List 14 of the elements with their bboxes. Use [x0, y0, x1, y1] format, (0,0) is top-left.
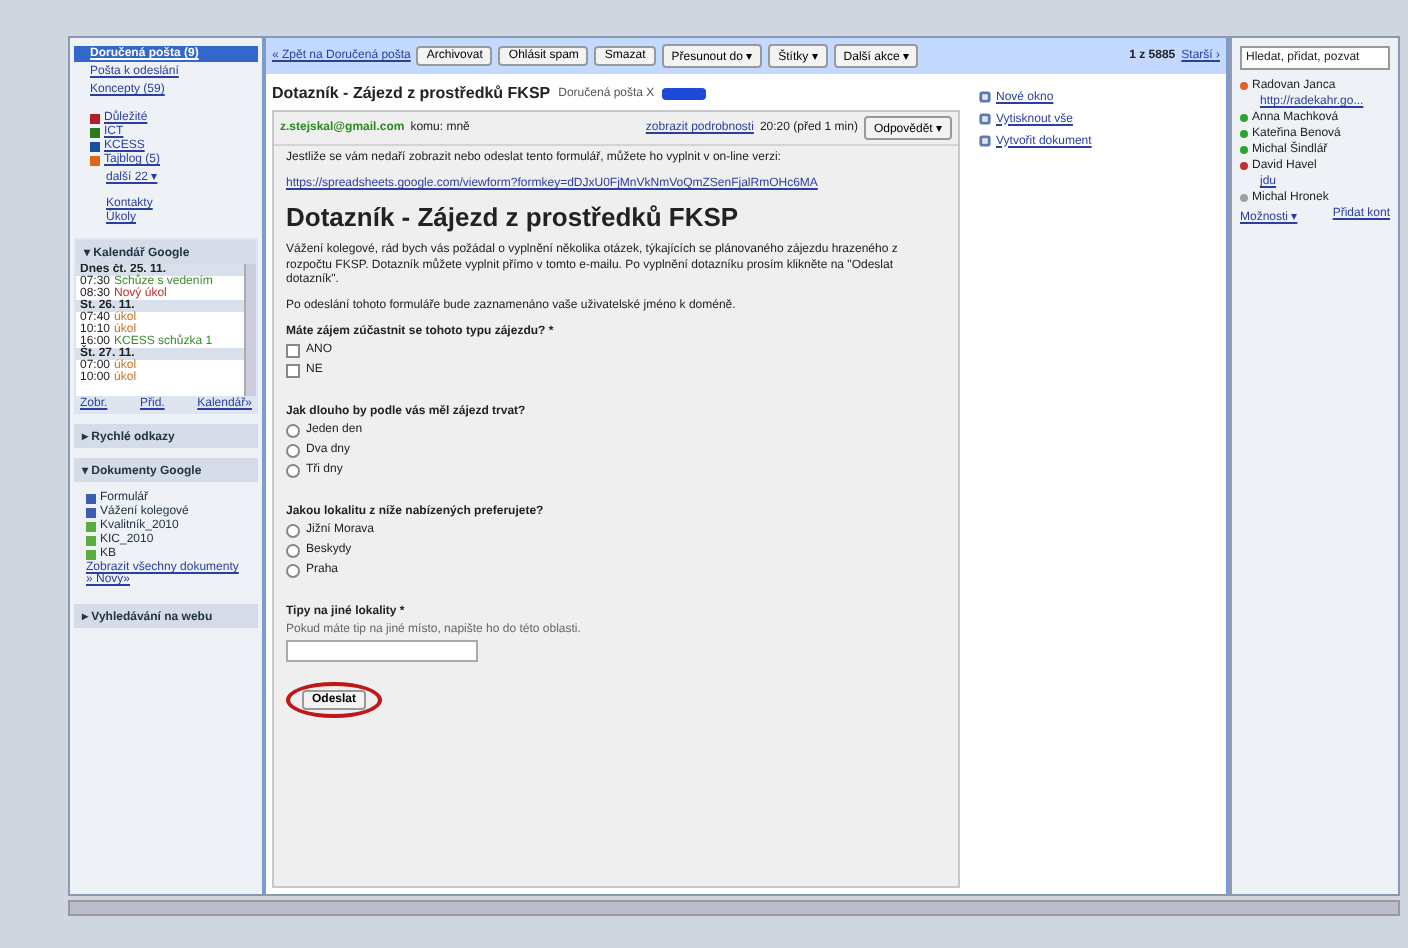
label-chip[interactable] — [662, 87, 707, 99]
scrollbar[interactable] — [244, 264, 256, 396]
scrollbar[interactable] — [68, 900, 1400, 916]
radio-button[interactable] — [286, 443, 300, 458]
radio-button[interactable] — [286, 423, 300, 438]
message-subject: Dotazník - Zájezd z prostředků FKSP — [272, 84, 551, 102]
form-title: Dotazník - Zájezd z prostředků FKSP — [286, 201, 741, 232]
checkbox[interactable] — [286, 363, 300, 378]
radio-button[interactable] — [286, 563, 300, 578]
checkbox[interactable] — [286, 343, 300, 358]
radio-button[interactable] — [286, 543, 300, 558]
input-field[interactable] — [286, 639, 478, 662]
radio-button[interactable] — [286, 463, 300, 478]
radio-button[interactable] — [286, 523, 300, 538]
